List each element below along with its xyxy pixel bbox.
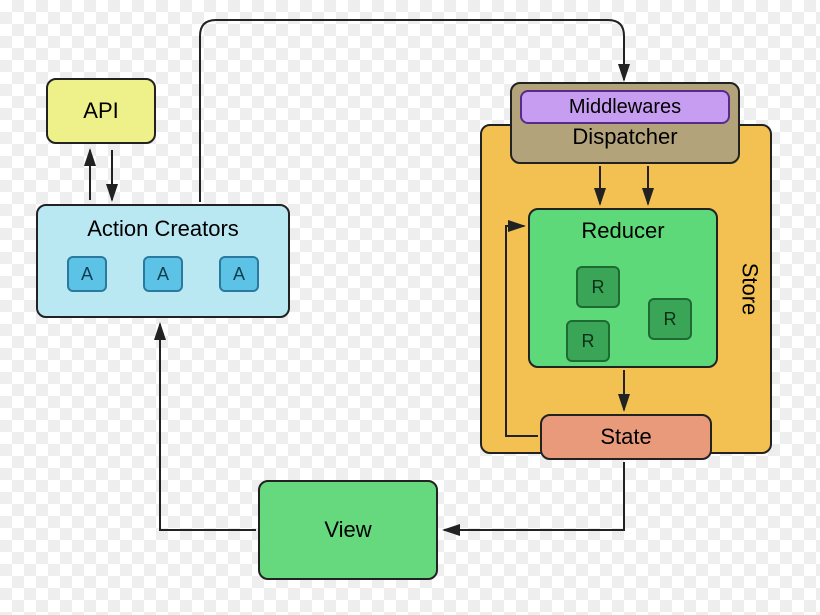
- reducer-chip: R: [648, 298, 692, 340]
- view-label: View: [324, 517, 371, 543]
- action-creators-box: Action Creators A A A: [36, 204, 290, 318]
- dispatcher-box: Middlewares Dispatcher: [510, 82, 740, 164]
- arrow-view-to-actioncreators: [160, 324, 256, 530]
- reducer-label: Reducer: [581, 218, 664, 244]
- middlewares-box: Middlewares: [520, 90, 730, 124]
- dispatcher-label: Dispatcher: [572, 124, 677, 150]
- reducer-box: Reducer R R R: [528, 208, 718, 368]
- middlewares-label: Middlewares: [569, 96, 681, 119]
- action-chip: A: [67, 256, 107, 292]
- state-box: State: [540, 414, 712, 460]
- store-label: Store: [737, 263, 763, 316]
- action-chips-row: A A A: [67, 256, 259, 292]
- arrow-state-to-view: [444, 462, 624, 530]
- action-creators-label: Action Creators: [87, 216, 239, 242]
- api-box: API: [46, 78, 156, 144]
- state-label: State: [600, 424, 651, 450]
- action-chip: A: [143, 256, 183, 292]
- reducer-chip: R: [576, 266, 620, 308]
- view-box: View: [258, 480, 438, 580]
- action-chip: A: [219, 256, 259, 292]
- reducer-chip: R: [566, 320, 610, 362]
- api-label: API: [83, 98, 118, 124]
